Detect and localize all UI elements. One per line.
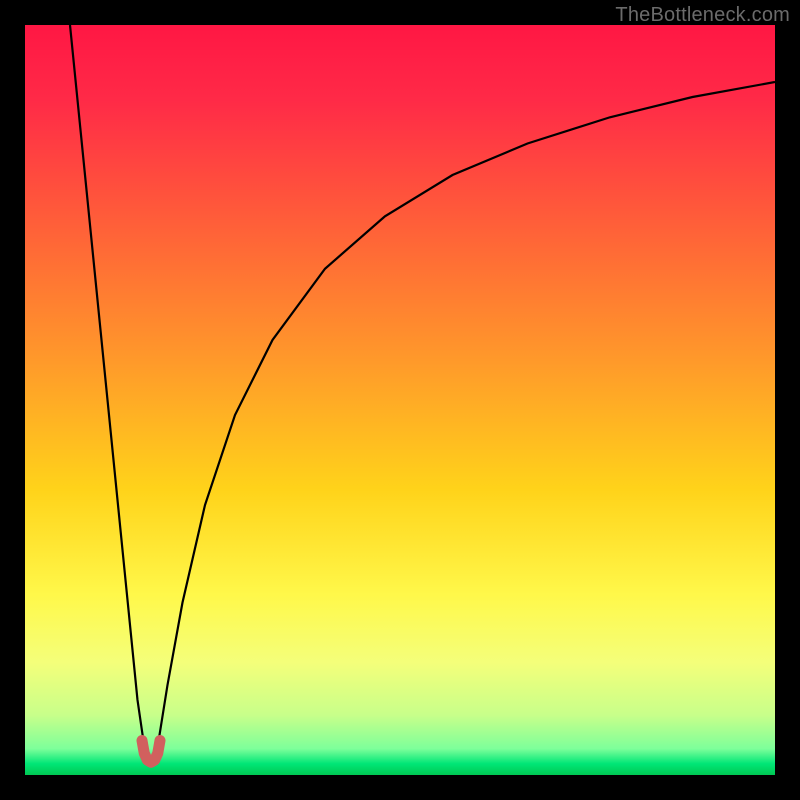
plot-area <box>25 25 775 775</box>
chart-frame: TheBottleneck.com <box>0 0 800 800</box>
watermark-text: TheBottleneck.com <box>615 4 790 27</box>
chart-svg <box>25 25 775 775</box>
gradient-background <box>25 25 775 775</box>
